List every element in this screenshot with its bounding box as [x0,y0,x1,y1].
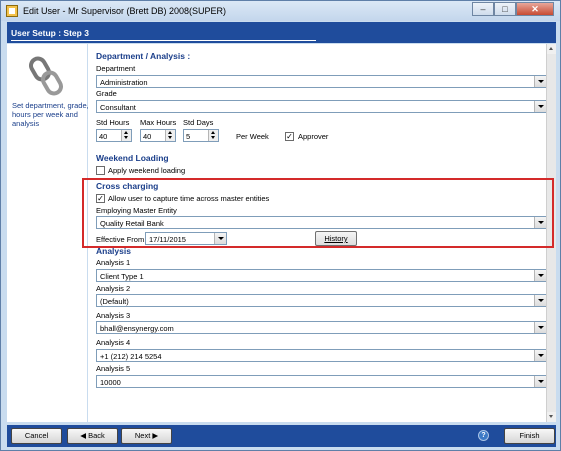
analysis-3-label: Analysis 3 [96,311,131,320]
cancel-button[interactable]: Cancel [11,428,62,444]
spinner-arrows-icon[interactable] [208,130,218,141]
minimize-icon[interactable]: – [472,2,494,16]
std-days-spinner[interactable]: 5 [183,129,219,142]
title-bar[interactable]: Edit User - Mr Supervisor (Brett DB) 200… [1,1,560,21]
department-label: Department [96,64,136,73]
department-select[interactable]: Administration [96,75,547,88]
chevron-down-icon[interactable] [534,101,546,112]
chevron-down-icon[interactable] [534,322,546,333]
approver-checkbox[interactable]: ✓ [285,132,294,141]
per-week-label: Per Week [236,132,269,141]
back-button[interactable]: ◀ Back [67,428,118,444]
analysis-1-label: Analysis 1 [96,258,131,267]
analysis-3-select[interactable]: bhall@ensynergy.com [96,321,547,334]
next-button[interactable]: Next ▶ [121,428,172,444]
approver-label: Approver [298,132,329,141]
chevron-down-icon[interactable] [534,270,546,281]
step-header: User Setup : Step 3 [7,22,556,43]
window-title: Edit User - Mr Supervisor (Brett DB) 200… [23,6,227,16]
section-weekend: Weekend Loading [96,153,169,163]
step-description: Set department, grade, hours per week an… [12,101,89,128]
section-department: Department / Analysis : [96,51,191,61]
std-hours-spinner[interactable]: 40 [96,129,132,142]
step-label: User Setup : Step 3 [11,28,89,38]
edit-user-window: Edit User - Mr Supervisor (Brett DB) 200… [0,0,561,451]
cross-charging-highlight [82,178,554,248]
chevron-down-icon[interactable] [534,295,546,306]
chain-link-icon [29,56,63,96]
step-underline [11,40,316,41]
spinner-arrows-icon[interactable] [165,130,175,141]
chevron-down-icon[interactable] [534,376,546,387]
analysis-4-select[interactable]: +1 (212) 214 5254 [96,349,547,362]
scroll-down-icon[interactable] [547,412,556,422]
weekend-loading-label: Apply weekend loading [108,166,186,175]
std-days-label: Std Days [183,118,214,127]
analysis-1-select[interactable]: Client Type 1 [96,269,547,282]
analysis-5-label: Analysis 5 [96,364,131,373]
analysis-4-label: Analysis 4 [96,338,131,347]
chevron-down-icon[interactable] [534,350,546,361]
analysis-5-select[interactable]: 10000 [96,375,547,388]
arrow-right-icon: ▶ [150,431,159,440]
close-icon[interactable]: ✕ [516,2,554,16]
help-icon[interactable]: ? [478,430,489,441]
finish-button[interactable]: Finish [504,428,555,444]
analysis-2-select[interactable]: (Default) [96,294,547,307]
arrow-left-icon: ◀ [80,431,89,440]
max-hours-spinner[interactable]: 40 [140,129,176,142]
grade-label: Grade [96,89,117,98]
wizard-footer: Cancel ◀ Back Next ▶ ? Finish [7,425,556,447]
side-panel: Set department, grade, hours per week an… [7,44,89,422]
scroll-up-icon[interactable] [547,44,556,54]
std-hours-label: Std Hours [96,118,130,127]
grade-select[interactable]: Consultant [96,100,547,113]
spinner-arrows-icon[interactable] [121,130,131,141]
analysis-2-label: Analysis 2 [96,284,131,293]
max-hours-label: Max Hours [140,118,177,127]
maximize-icon[interactable]: □ [494,2,516,16]
app-icon [6,5,18,17]
chevron-down-icon[interactable] [534,76,546,87]
weekend-loading-checkbox[interactable] [96,166,105,175]
